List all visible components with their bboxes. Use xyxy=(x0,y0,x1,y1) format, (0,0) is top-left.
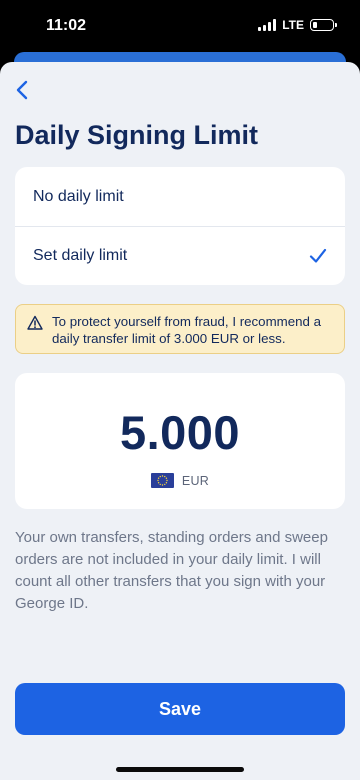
back-button[interactable] xyxy=(8,76,36,104)
checkmark-icon xyxy=(309,247,327,265)
option-label: Set daily limit xyxy=(33,247,128,264)
status-indicators: LTE xyxy=(258,18,337,32)
limit-info-text: Your own transfers, standing orders and … xyxy=(15,529,328,612)
chevron-left-icon xyxy=(16,80,28,100)
warning-icon xyxy=(27,315,43,330)
eu-flag-icon xyxy=(150,473,174,488)
home-indicator xyxy=(116,767,244,772)
currency-code: EUR xyxy=(181,473,210,488)
status-time: 11:02 xyxy=(46,17,87,34)
option-no-daily-limit[interactable]: No daily limit xyxy=(15,167,345,226)
battery-icon xyxy=(310,19,337,31)
currency-row: EUR xyxy=(15,473,345,488)
save-button[interactable]: Save xyxy=(15,683,345,735)
fraud-warning: To protect yourself from fraud, I recomm… xyxy=(15,304,345,354)
signal-icon xyxy=(258,19,277,31)
option-set-daily-limit[interactable]: Set daily limit xyxy=(15,226,345,285)
amount-value: 5.000 xyxy=(119,406,241,459)
limit-options: No daily limit Set daily limit xyxy=(15,167,345,285)
option-label: No daily limit xyxy=(33,187,124,205)
amount-input[interactable]: 5.000 EUR xyxy=(15,373,345,509)
warning-text: To protect yourself from fraud, I recomm… xyxy=(52,314,322,346)
status-bar: 11:02 LTE xyxy=(0,0,360,52)
network-label: LTE xyxy=(282,18,304,32)
page-title: Daily Signing Limit xyxy=(15,120,259,150)
signing-limit-sheet: Daily Signing Limit No daily limit Set d… xyxy=(0,62,360,780)
